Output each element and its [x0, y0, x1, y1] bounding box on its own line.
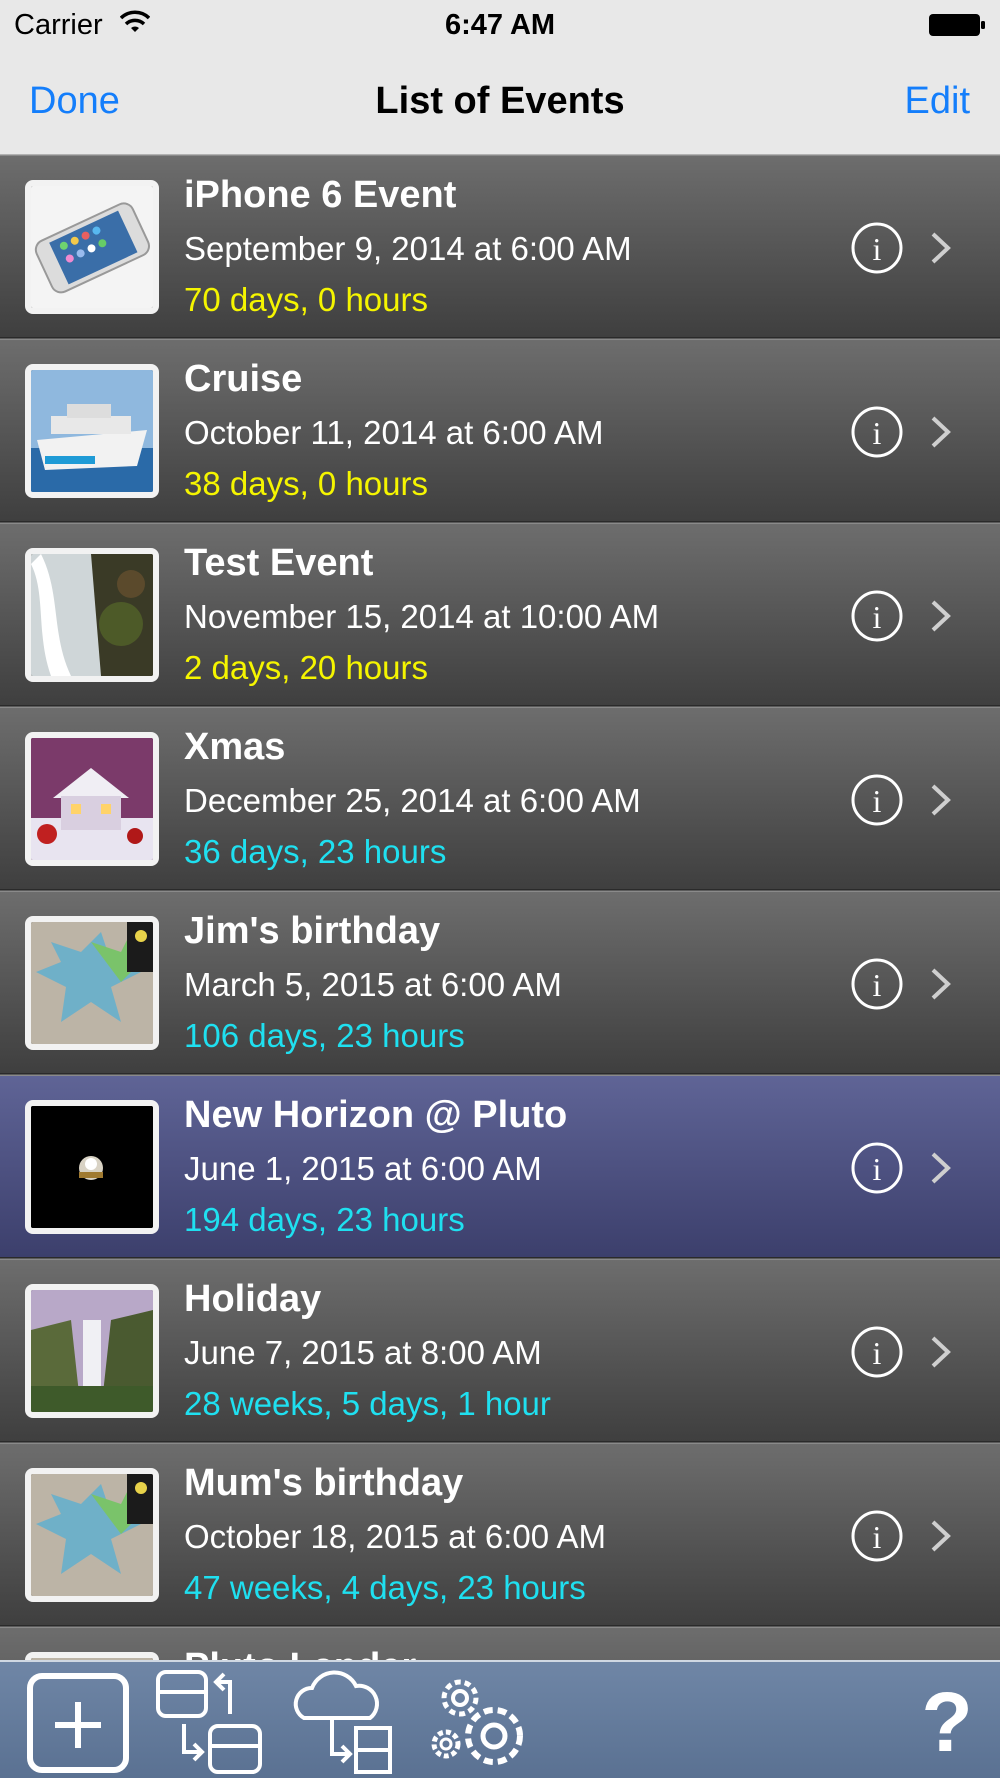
event-countdown: 47 weeks, 4 days, 23 hours	[184, 1569, 586, 1606]
event-name: Holiday	[184, 1278, 322, 1320]
balloons-photo	[31, 922, 153, 1044]
chevron-right-icon[interactable]	[928, 782, 954, 818]
info-icon[interactable]: i	[850, 589, 904, 643]
sync-database-icon[interactable]	[154, 1668, 264, 1776]
event-thumbnail	[25, 732, 159, 866]
event-thumbnail	[25, 1652, 159, 1660]
chevron-right-icon[interactable]	[928, 1150, 954, 1186]
chevron-right-icon[interactable]	[928, 1518, 954, 1554]
event-name: Test Event	[184, 542, 374, 584]
battery-icon	[929, 14, 985, 36]
navigation-bar: Done List of Events Edit	[0, 50, 1000, 155]
event-date: September 9, 2014 at 6:00 AM	[184, 230, 632, 267]
event-date: June 1, 2015 at 6:00 AM	[184, 1150, 542, 1187]
event-countdown: 106 days, 23 hours	[184, 1017, 465, 1054]
info-icon[interactable]: i	[850, 1509, 904, 1563]
event-thumbnail	[25, 1468, 159, 1602]
svg-text:i: i	[873, 783, 882, 819]
chevron-right-icon[interactable]	[928, 230, 954, 266]
event-countdown: 70 days, 0 hours	[184, 281, 428, 318]
bottom-toolbar: ?	[0, 1660, 1000, 1778]
help-icon[interactable]: ?	[912, 1668, 982, 1776]
settings-gears-icon[interactable]	[424, 1668, 528, 1776]
edit-button[interactable]: Edit	[905, 80, 970, 123]
event-thumbnail	[25, 364, 159, 498]
waterfall-valley-photo	[31, 1290, 153, 1412]
event-row[interactable]: Xmas December 25, 2014 at 6:00 AM 36 day…	[0, 707, 1000, 890]
event-countdown: 38 days, 0 hours	[184, 465, 428, 502]
svg-text:i: i	[873, 1151, 882, 1187]
event-row-partial[interactable]: Pluto Lander	[0, 1627, 1000, 1660]
cloud-sync-icon[interactable]	[290, 1668, 396, 1776]
event-thumbnail	[25, 1284, 159, 1418]
chevron-right-icon[interactable]	[928, 598, 954, 634]
event-name: New Horizon @ Pluto	[184, 1094, 568, 1136]
svg-text:i: i	[873, 967, 882, 1003]
event-thumbnail	[25, 180, 159, 314]
info-icon[interactable]: i	[850, 1141, 904, 1195]
event-thumbnail	[25, 916, 159, 1050]
info-icon[interactable]: i	[850, 957, 904, 1011]
event-row[interactable]: Holiday June 7, 2015 at 8:00 AM 28 weeks…	[0, 1259, 1000, 1442]
status-time: 6:47 AM	[444, 9, 556, 41]
iphone-photo	[31, 186, 153, 308]
chevron-right-icon[interactable]	[928, 966, 954, 1002]
event-date: June 7, 2015 at 8:00 AM	[184, 1334, 542, 1371]
events-list: iPhone 6 Event September 9, 2014 at 6:00…	[0, 155, 1000, 1660]
info-icon[interactable]: i	[850, 1325, 904, 1379]
waterfall-photo	[31, 554, 153, 676]
event-row-selected[interactable]: New Horizon @ Pluto June 1, 2015 at 6:00…	[0, 1075, 1000, 1258]
chevron-right-icon[interactable]	[928, 1334, 954, 1370]
event-row[interactable]: Jim's birthday March 5, 2015 at 6:00 AM …	[0, 891, 1000, 1074]
event-date: December 25, 2014 at 6:00 AM	[184, 782, 641, 819]
space-probe-photo	[31, 1106, 153, 1228]
event-name: Xmas	[184, 726, 286, 768]
svg-text:i: i	[873, 231, 882, 267]
page-title: List of Events	[375, 80, 625, 122]
event-name: Jim's birthday	[184, 910, 441, 952]
chevron-right-icon[interactable]	[928, 414, 954, 450]
event-row[interactable]: Cruise October 11, 2014 at 6:00 AM 38 da…	[0, 339, 1000, 522]
event-date: October 11, 2014 at 6:00 AM	[184, 414, 604, 451]
svg-text:i: i	[873, 415, 882, 451]
event-countdown: 36 days, 23 hours	[184, 833, 447, 870]
event-row[interactable]: Test Event November 15, 2014 at 10:00 AM…	[0, 523, 1000, 706]
event-date: November 15, 2014 at 10:00 AM	[184, 598, 660, 635]
event-row[interactable]: iPhone 6 Event September 9, 2014 at 6:00…	[0, 155, 1000, 338]
balloons-photo	[31, 1474, 153, 1596]
event-date: March 5, 2015 at 6:00 AM	[184, 966, 562, 1003]
event-name: Cruise	[184, 358, 303, 400]
svg-text:i: i	[873, 1519, 882, 1555]
event-thumbnail	[25, 1100, 159, 1234]
event-name: Pluto Lander	[184, 1646, 416, 1660]
svg-text:i: i	[873, 1335, 882, 1371]
event-countdown: 194 days, 23 hours	[184, 1201, 465, 1238]
christmas-house-photo	[31, 738, 153, 860]
status-bar: Carrier 6:47 AM	[0, 0, 1000, 50]
event-name: iPhone 6 Event	[184, 174, 457, 216]
event-row[interactable]: Mum's birthday October 18, 2015 at 6:00 …	[0, 1443, 1000, 1626]
event-name: Mum's birthday	[184, 1462, 464, 1504]
event-countdown: 28 weeks, 5 days, 1 hour	[184, 1385, 551, 1422]
event-countdown: 2 days, 20 hours	[184, 649, 428, 686]
svg-text:i: i	[873, 599, 882, 635]
info-icon[interactable]: i	[850, 405, 904, 459]
event-thumbnail	[25, 548, 159, 682]
info-icon[interactable]: i	[850, 221, 904, 275]
cruise-ship-photo	[31, 370, 153, 492]
info-icon[interactable]: i	[850, 773, 904, 827]
add-event-icon[interactable]	[24, 1668, 132, 1776]
event-date: October 18, 2015 at 6:00 AM	[184, 1518, 606, 1555]
